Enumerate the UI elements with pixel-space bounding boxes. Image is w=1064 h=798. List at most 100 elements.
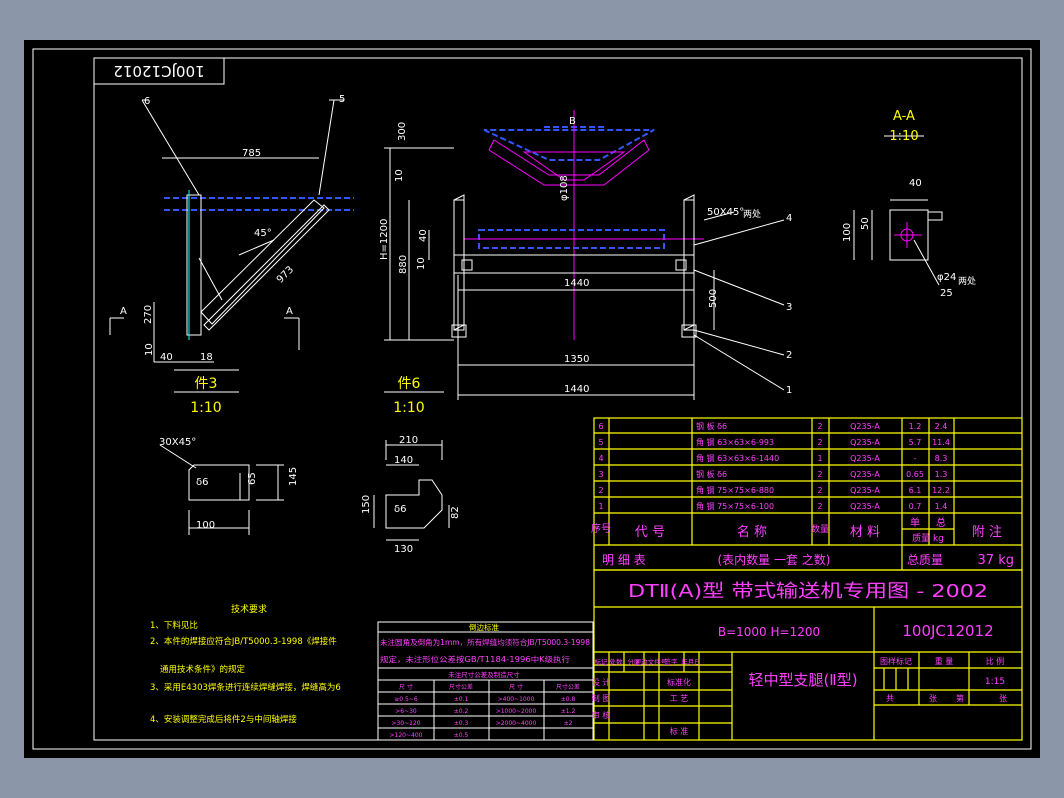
tol-note-2: 规定，未注形位公差按GB/T1184-1996中K级执行 — [380, 654, 571, 664]
part3-dim-40: 40 — [160, 352, 173, 363]
bom-row-unit-weight: 6.1 — [909, 486, 922, 495]
part3-dim-18: 18 — [200, 352, 213, 363]
part3-scale: 1:10 — [190, 400, 221, 416]
plate1-dim-chamfer: 30X45° — [159, 437, 196, 448]
bom-row-material: Q235-A — [850, 438, 880, 447]
title-series: DTⅡ(A)型 带式输送机专用图 - 2002 — [628, 581, 988, 602]
main-dim-10b: 10 — [416, 257, 427, 270]
bom-row-total-weight: 1.4 — [935, 502, 948, 511]
tol-cell: >120~400 — [390, 732, 423, 739]
bom-row-name: 角 钢 63×63×6-1440 — [696, 453, 779, 463]
role-standardize: 标准化 — [667, 677, 691, 687]
role-standard: 标 准 — [670, 726, 689, 736]
main-dim-b: B — [569, 116, 576, 127]
section-aa-scale: 1:10 — [889, 129, 918, 144]
bom-row-total-weight: 11.4 — [932, 438, 950, 447]
title-part-name: 轻中型支腿(Ⅱ型) — [748, 671, 857, 689]
part3-callout-6: 6 — [144, 96, 150, 107]
tech-req-item-2b: 通用技术条件》的规定 — [160, 664, 246, 675]
main-callout-1: 1 — [786, 385, 792, 396]
role-check: 审 核 — [592, 710, 611, 720]
bom-row-qty: 2 — [817, 422, 822, 431]
bom-header-mat: 材 料 — [850, 525, 880, 540]
bom-row-qty: 2 — [817, 438, 822, 447]
main-dim-300: 300 — [397, 122, 408, 141]
plate1-dim-145: 145 — [288, 467, 299, 486]
section-aa-view — [853, 135, 943, 286]
bom-row-no: 6 — [598, 422, 603, 431]
tol-cell: >2000~4000 — [496, 720, 537, 727]
sheet-no-unit: 张 — [999, 694, 1007, 703]
part6-scale: 1:10 — [393, 400, 424, 416]
mirrored-number: 100JC12012 — [113, 62, 204, 80]
stage-header-mark: 图样标记 — [880, 656, 912, 666]
tol-title: 倒边标准 — [469, 622, 499, 632]
bom-row-no: 5 — [598, 438, 603, 447]
part3-section-a-left: A — [120, 306, 127, 317]
role-design: 设 计 — [592, 677, 611, 687]
part3-dim-45: 45° — [254, 228, 272, 239]
stage-scale-value: 1:15 — [985, 677, 1005, 687]
part3-dim-10: 10 — [144, 343, 155, 356]
bom-row-unit-weight: 1.2 — [909, 422, 922, 431]
cad-drawing-canvas[interactable]: 100JC12012 6 5 785 45° 973 270 10 40 18 … — [24, 40, 1040, 758]
tol-cell: ≥0.5~6 — [394, 696, 418, 703]
bom-row-material: Q235-A — [850, 502, 880, 511]
bom-row-qty: 2 — [817, 502, 822, 511]
rev-header: 年月日 — [681, 657, 701, 666]
bom-row-material: Q235-A — [850, 454, 880, 463]
part3-dim-270: 270 — [143, 305, 154, 324]
tech-req-title: 技术要求 — [231, 603, 267, 615]
tol-header: 尺寸公差 — [449, 683, 473, 691]
main-dim-500: 500 — [708, 289, 719, 308]
main-dim-1350: 1350 — [564, 354, 589, 365]
main-dim-40: 40 — [418, 229, 429, 242]
bom-row-total-weight: 12.2 — [932, 486, 950, 495]
plate1-thickness: δ6 — [196, 477, 208, 488]
section-aa-two-places: 两处 — [958, 275, 976, 287]
bom-row-unit-weight: - — [914, 454, 917, 463]
bom-row-total-weight: 8.3 — [935, 454, 948, 463]
tol-cell: ±0.3 — [454, 720, 469, 727]
plate1-view — [159, 444, 284, 535]
rev-header: 标记 — [595, 657, 609, 666]
bom-row-unit-weight: 0.7 — [909, 502, 922, 511]
bom-table-grid — [593, 417, 1023, 571]
bom-row-name: 角 钢 63×63×6-993 — [696, 437, 774, 447]
bom-footer-weight: 37 kg — [978, 553, 1014, 568]
tol-note-1: 未注圆角及倒角为1mm，所有焊缝均须符合JB/T5000.3-1998 — [380, 637, 590, 647]
bom-row-no: 3 — [598, 470, 603, 479]
bom-header-unit: 单 — [910, 517, 920, 529]
bom-footer-weight-label: 总质量 — [907, 553, 943, 567]
plate1-dim-100: 100 — [196, 520, 215, 531]
tol-cell: ±1.2 — [561, 708, 576, 715]
bom-row-name: 角 钢 75×75×6-100 — [696, 501, 774, 511]
bom-row-material: Q235-A — [850, 422, 880, 431]
bom-row-unit-weight: 5.7 — [909, 438, 922, 447]
bom-row-qty: 1 — [817, 454, 822, 463]
part3-dim-973: 973 — [275, 264, 296, 285]
sheet-no-label: 第 — [956, 693, 964, 703]
section-aa-label: A-A — [893, 109, 915, 124]
main-dim-chamfer: 50X45° — [707, 207, 744, 218]
plate2-dim-82: 82 — [450, 506, 461, 519]
bom-row-material: Q235-A — [850, 470, 880, 479]
drawing-svg: 100JC12012 6 5 785 45° 973 270 10 40 18 … — [32, 48, 1032, 750]
bom-row-no: 1 — [598, 502, 603, 511]
tol-cell: ±0.5 — [454, 732, 469, 739]
bom-footer-note: (表内数量 一套 之数) — [718, 552, 831, 567]
title-code: 100JC12012 — [902, 622, 993, 640]
rev-header: 更改文件号 — [635, 657, 668, 666]
stage-header-weight: 重 量 — [935, 656, 954, 666]
bom-header-code: 代 号 — [635, 525, 665, 540]
bom-row-name: 钢 板 δ6 — [696, 469, 727, 479]
tol-header: 尺 寸 — [399, 683, 413, 691]
bom-row-material: Q235-A — [850, 486, 880, 495]
bom-header-name: 名 称 — [737, 524, 767, 540]
sheet-total-label: 共 — [886, 694, 894, 703]
part3-dim-785: 785 — [242, 148, 261, 159]
plate2-dim-150: 150 — [361, 495, 372, 514]
rev-header: 签字 — [665, 657, 679, 666]
tech-req-item-3: 3、采用E4303焊条进行连续焊缝焊接，焊缝高为6 — [150, 682, 341, 693]
tol-cell: >400~1000 — [498, 696, 535, 703]
